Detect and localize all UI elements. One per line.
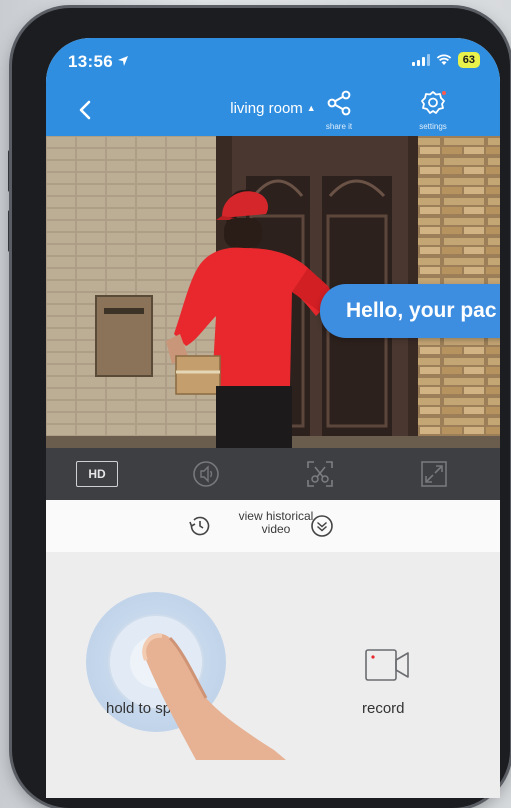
fullscreen-icon	[421, 461, 447, 487]
live-video-feed[interactable]: Hello, your pac	[46, 136, 500, 448]
app-header: 13:56 63 living room ▲ share it settings	[46, 38, 500, 136]
mute-button[interactable]	[186, 460, 226, 488]
fullscreen-button[interactable]	[414, 460, 454, 488]
hd-toggle-button[interactable]: HD	[72, 460, 122, 488]
share-button[interactable]: share it	[314, 90, 364, 131]
speech-bubble: Hello, your pac	[320, 284, 500, 338]
share-label: share it	[325, 122, 353, 131]
settings-button[interactable]: settings	[408, 90, 458, 131]
settings-label: settings	[419, 122, 447, 131]
device-title-text: living room	[230, 100, 303, 117]
record-label[interactable]: record	[362, 700, 405, 717]
history-clock-icon[interactable]	[188, 514, 212, 538]
gear-icon	[421, 91, 446, 114]
expand-down-icon[interactable]	[310, 514, 334, 538]
cellular-signal-icon	[411, 54, 430, 66]
finger-overlay	[142, 633, 286, 760]
video-camera-icon[interactable]	[364, 648, 410, 682]
battery-indicator: 63	[457, 52, 480, 68]
share-icon	[327, 90, 351, 116]
hd-label: HD	[76, 461, 118, 487]
status-time: 13:56	[68, 52, 129, 72]
scissors-icon	[307, 461, 333, 487]
snapshot-button[interactable]	[300, 460, 340, 488]
status-time-text: 13:56	[68, 52, 113, 71]
location-arrow-icon	[117, 56, 128, 66]
speaker-icon	[193, 461, 219, 487]
wifi-icon	[436, 54, 451, 65]
status-indicators: 63	[411, 52, 480, 68]
video-toolbar: HD	[46, 448, 500, 500]
history-bar: view historical video	[46, 500, 500, 552]
